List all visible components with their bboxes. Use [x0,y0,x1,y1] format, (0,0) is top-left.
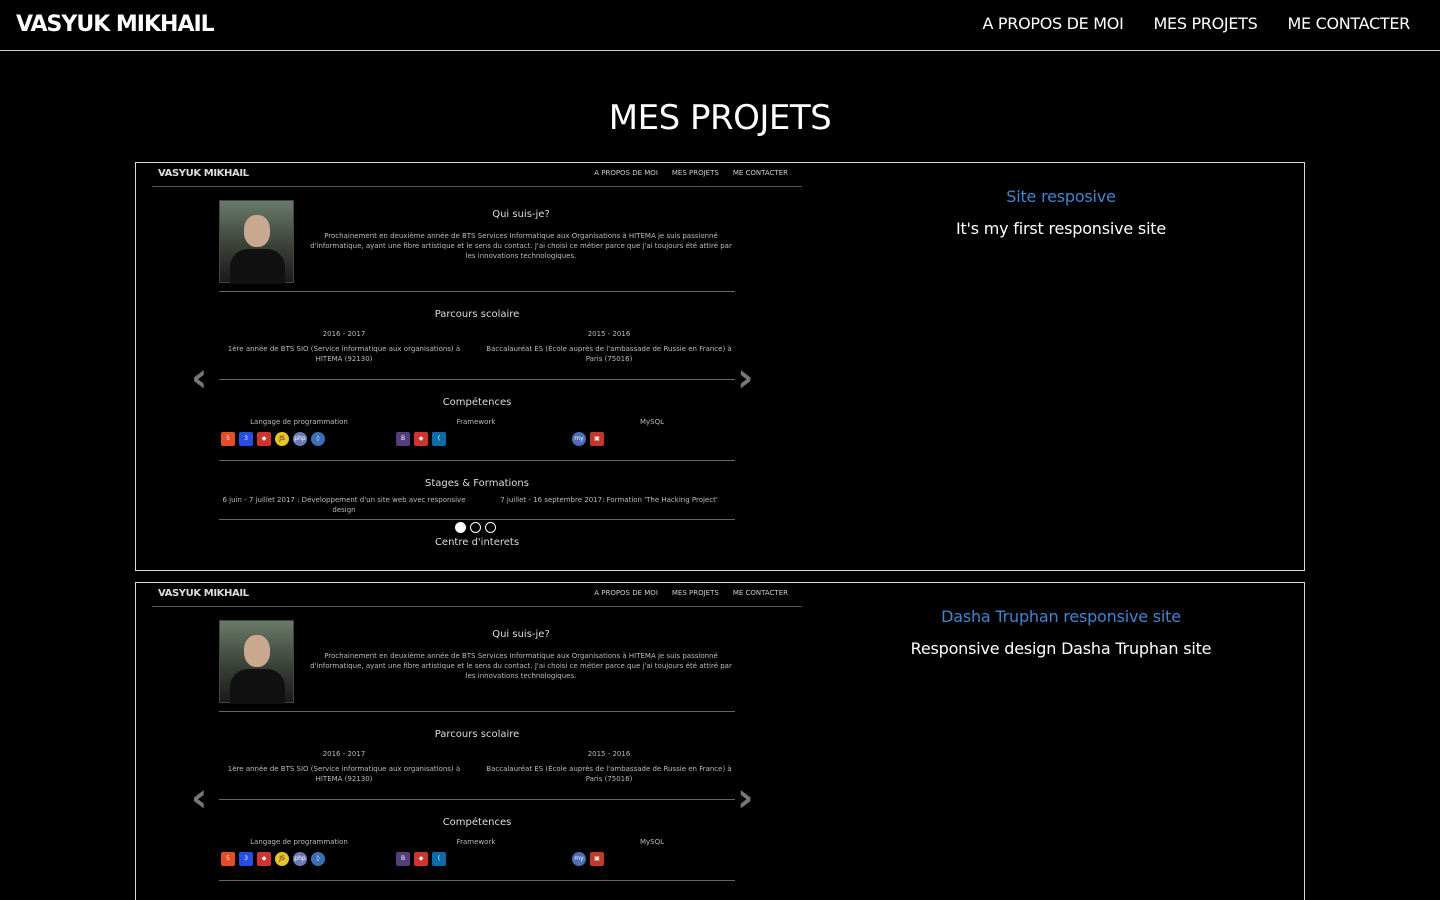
carousel-next-button[interactable]: › [737,358,753,398]
preview-divider [219,711,735,712]
sqlserver-icon: ▣ [590,432,604,446]
preview-brand: VASYUK MIKHAIL [158,168,249,179]
preview-skills-title: Compétences [442,397,512,408]
python-icon: ◊ [311,432,325,446]
html5-icon: 5 [221,852,235,866]
preview-divider [219,880,735,881]
project-card: VASYUK MIKHAIL A PROPOS DE MOI MES PROJE… [135,582,1305,900]
brand-link[interactable]: VASYUK MIKHAIL [16,12,215,37]
preview-skill-label: Framework [456,418,496,426]
preview-avatar [219,200,294,284]
preview-school-text: Baccalauréat ES (École auprès de l'ambas… [486,765,732,783]
preview-skill-label: Langage de programmation [250,838,348,846]
preview-skills-title: Compétences [442,817,512,828]
carousel-next-button[interactable]: › [737,778,753,818]
bootstrap-icon: B [396,432,410,446]
preview-nav-link: ME CONTACTER [732,169,788,177]
project-card: VASYUK MIKHAIL A PROPOS DE MOI MES PROJE… [135,162,1305,571]
preview-framework-icons: B ◆ ( [396,852,446,866]
project-info: Site resposive It's my first responsive … [816,187,1304,238]
preview-school-title: Parcours scolaire [434,729,520,740]
preview-skill-label: Framework [456,838,496,846]
preview-school-years: 2016 - 2017 [322,330,366,338]
project-info: Dasha Truphan responsive site Responsive… [816,607,1304,658]
preview-school-years: 2015 - 2016 [587,750,631,758]
sqlserver-icon: ▣ [590,852,604,866]
preview-navbar: VASYUK MIKHAIL A PROPOS DE MOI MES PROJE… [152,163,802,187]
javascript-icon: JS [275,852,289,866]
javascript-icon: JS [275,432,289,446]
preview-school-text: 1ère année de BTS SIO (Service informati… [227,345,461,363]
preview-framework-icons: B ◆ ( [396,432,446,446]
preview-language-icons: 5 3 ◆ JS php ◊ [221,432,325,446]
preview-about-title: Qui suis-je? [492,629,550,640]
project-title-link[interactable]: Site resposive [816,187,1304,206]
carousel-indicator[interactable] [470,522,481,533]
css3-icon: 3 [239,432,253,446]
preview-nav-link: MES PROJETS [671,589,719,597]
nav-link-about[interactable]: A PROPOS DE MOI [982,14,1123,33]
bootstrap-icon: B [396,852,410,866]
preview-navbar: VASYUK MIKHAIL A PROPOS DE MOI MES PROJE… [152,583,802,607]
nav-link-projects[interactable]: MES PROJETS [1154,14,1258,33]
php-icon: php [293,852,307,866]
jquery-icon: ( [432,852,446,866]
preview-school-years: 2016 - 2017 [322,750,366,758]
preview-nav-link: ME CONTACTER [732,589,788,597]
project-title-link[interactable]: Dasha Truphan responsive site [816,607,1304,626]
preview-nav-link: A PROPOS DE MOI [594,589,658,597]
preview-about-text: Prochainement en deuxième année de BTS S… [310,652,732,680]
preview-language-icons: 5 3 ◆ JS php ◊ [221,852,325,866]
carousel-prev-button[interactable]: ‹ [191,778,207,818]
project-carousel: VASYUK MIKHAIL A PROPOS DE MOI MES PROJE… [136,583,816,900]
preview-interests-title: Centre d'interets [434,537,520,548]
css3-icon: 3 [239,852,253,866]
python-icon: ◊ [311,852,325,866]
rails-icon: ◆ [414,432,428,446]
mysql-icon: my [572,852,586,866]
preview-divider [219,460,735,461]
preview-internship: 7 juillet - 16 septembre 2017: Formation… [500,496,718,504]
ruby-icon: ◆ [257,852,271,866]
preview-internship: 6 juin - 7 juillet 2017 : Développement … [222,496,466,514]
navbar: VASYUK MIKHAIL A PROPOS DE MOI MES PROJE… [0,0,1440,51]
preview-nav-link: A PROPOS DE MOI [594,169,658,177]
nav-links: A PROPOS DE MOI MES PROJETS ME CONTACTER [982,14,1410,33]
preview-school-text: Baccalauréat ES (École auprès de l'ambas… [486,345,732,363]
preview-avatar [219,620,294,704]
preview-internships-title: Stages & Formations [425,478,529,489]
carousel-prev-button[interactable]: ‹ [191,358,207,398]
preview-db-icons: my ▣ [572,852,604,866]
carousel-indicator[interactable] [455,522,466,533]
nav-link-contact[interactable]: ME CONTACTER [1287,14,1410,33]
project-description: It's my first responsive site [955,219,1167,238]
project-carousel: VASYUK MIKHAIL A PROPOS DE MOI MES PROJE… [136,163,816,570]
preview-divider [219,519,735,520]
preview-brand: VASYUK MIKHAIL [158,588,249,599]
carousel-indicator[interactable] [485,522,496,533]
preview-skill-label: Langage de programmation [250,418,348,426]
preview-divider [219,799,735,800]
preview-school-years: 2015 - 2016 [587,330,631,338]
preview-skill-label: MySQL [639,838,665,846]
php-icon: php [293,432,307,446]
preview-db-icons: my ▣ [572,432,604,446]
preview-school-text: 1ère année de BTS SIO (Service informati… [227,765,461,783]
preview-nav-link: MES PROJETS [671,169,719,177]
mysql-icon: my [572,432,586,446]
rails-icon: ◆ [414,852,428,866]
section-title: MES PROJETS [608,98,832,138]
preview-about-text: Prochainement en deuxième année de BTS S… [310,232,732,260]
preview-divider [219,291,735,292]
project-description: Responsive design Dasha Truphan site [910,639,1212,658]
preview-skill-label: MySQL [639,418,665,426]
preview-divider [219,379,735,380]
carousel-indicators [455,522,496,533]
ruby-icon: ◆ [257,432,271,446]
jquery-icon: ( [432,432,446,446]
preview-school-title: Parcours scolaire [434,309,520,320]
preview-about-title: Qui suis-je? [492,209,550,220]
html5-icon: 5 [221,432,235,446]
